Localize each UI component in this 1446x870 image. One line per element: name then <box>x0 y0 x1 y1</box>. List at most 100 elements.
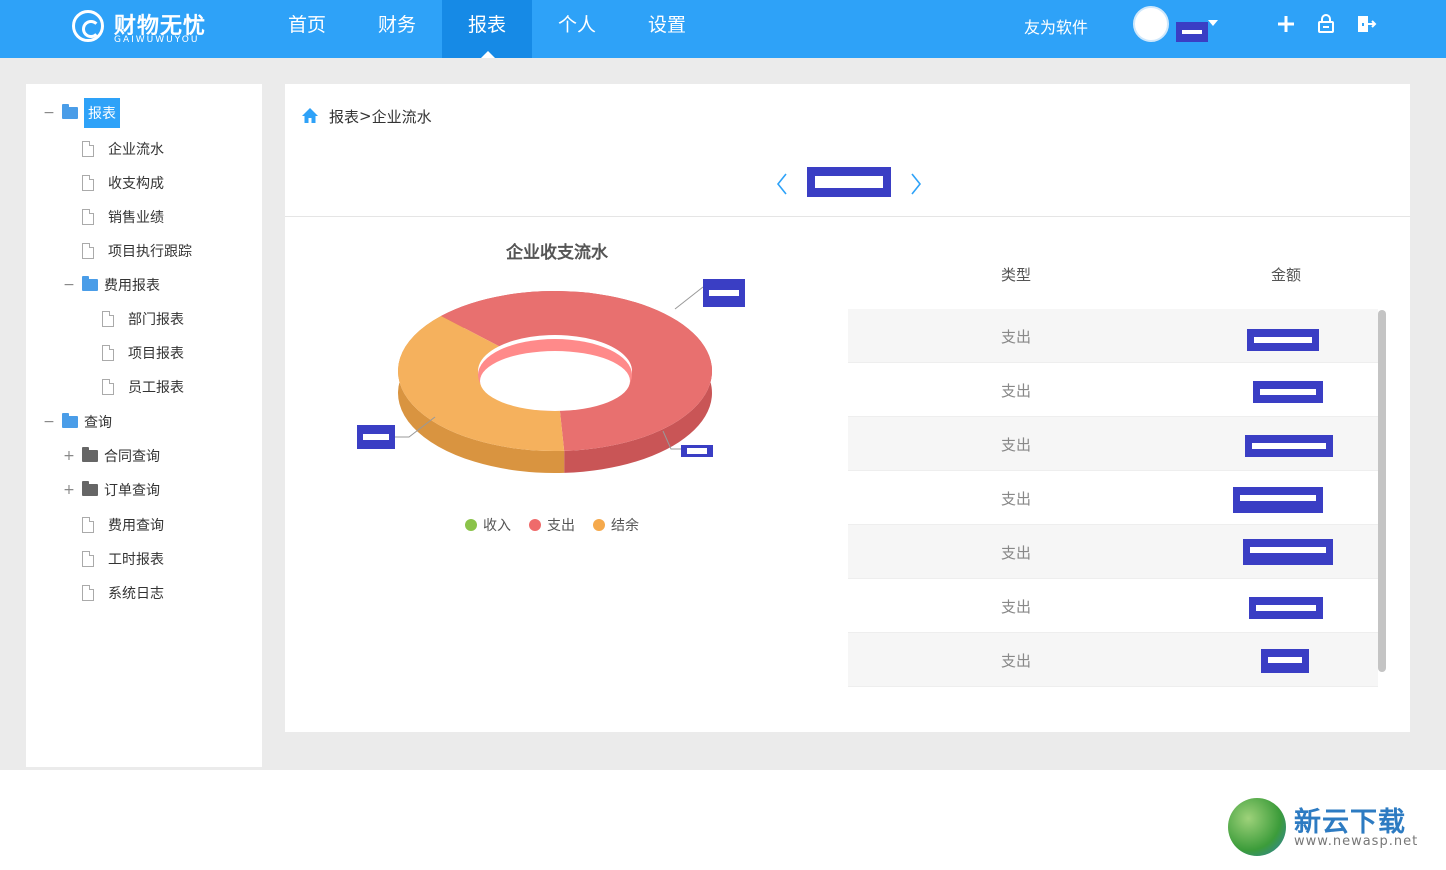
tree-item-timesheet[interactable]: 工时报表 <box>82 548 164 570</box>
folder-icon <box>82 447 98 462</box>
donut-hole <box>480 351 630 411</box>
avatar[interactable] <box>1133 6 1169 42</box>
tree-label: 合同查询 <box>104 449 160 465</box>
cell-type: 支出 <box>1000 328 1031 346</box>
watermark-url: www.newasp.net <box>1294 834 1419 849</box>
legend-label: 结余 <box>611 518 639 534</box>
table-row[interactable]: 支出 <box>848 471 1378 525</box>
cell-amount-redacted <box>1247 329 1319 351</box>
tree-item-enterprise-flow[interactable]: 企业流水 <box>82 138 164 160</box>
cell-type: 支出 <box>1000 490 1031 508</box>
lock-icon[interactable] <box>1314 12 1338 36</box>
redaction-bar <box>363 434 389 440</box>
tree-folder-order-query[interactable]: + 订单查询 <box>62 479 160 501</box>
cell-amount-redacted <box>1249 597 1323 619</box>
logout-icon[interactable] <box>1354 12 1378 36</box>
donut-chart <box>357 279 745 474</box>
expand-icon[interactable]: + <box>62 482 76 498</box>
plus-icon[interactable] <box>1274 12 1298 36</box>
tree-item-project-report[interactable]: 项目报表 <box>102 342 184 364</box>
breadcrumb-separator: > <box>359 107 372 125</box>
cell-type: 支出 <box>1000 598 1031 616</box>
collapse-icon[interactable]: − <box>62 277 76 293</box>
tree-item-department-report[interactable]: 部门报表 <box>102 308 184 330</box>
tree-label: 报表 <box>84 98 120 128</box>
chevron-left-icon[interactable] <box>775 172 789 202</box>
nav-personal[interactable]: 个人 <box>532 0 622 58</box>
period-label-redacted <box>807 167 891 197</box>
table-row[interactable]: 支出 <box>848 417 1378 471</box>
tree-item-income-expense[interactable]: 收支构成 <box>82 172 164 194</box>
globe-logo-icon <box>1228 798 1286 856</box>
breadcrumb-parent[interactable]: 报表 <box>329 106 359 127</box>
expand-icon[interactable]: + <box>62 448 76 464</box>
table-row[interactable]: 支出 <box>848 525 1378 579</box>
legend-item-expense[interactable]: 支出 <box>529 515 575 535</box>
chevron-right-icon[interactable] <box>909 172 923 202</box>
tree-label: 企业流水 <box>108 142 164 158</box>
folder-icon <box>62 413 78 428</box>
tree-label: 项目报表 <box>128 346 184 362</box>
table-scrollbar[interactable] <box>1378 310 1386 672</box>
legend-item-income[interactable]: 收入 <box>465 515 511 535</box>
column-header-type: 类型 <box>1000 266 1031 284</box>
legend-item-balance[interactable]: 结余 <box>593 515 639 535</box>
nav-finance[interactable]: 财务 <box>352 0 442 58</box>
cell-type: 支出 <box>1000 382 1031 400</box>
collapse-icon[interactable]: − <box>42 105 56 121</box>
leader-line <box>674 286 704 310</box>
tree-label: 工时报表 <box>108 552 164 568</box>
tree-item-sales[interactable]: 销售业绩 <box>82 206 164 228</box>
table-row[interactable]: 支出 <box>848 579 1378 633</box>
cell-type: 支出 <box>1000 652 1031 670</box>
logo-subtitle: GAIWUWUYOU <box>114 35 200 45</box>
cell-amount-redacted <box>1243 539 1333 565</box>
sidebar-tree: − 报表 企业流水 收支构成 销售业绩 项目执行跟踪 − 费用报表 部门报表 项… <box>26 84 262 767</box>
tree-label: 项目执行跟踪 <box>108 244 192 260</box>
tree-label: 员工报表 <box>128 380 184 396</box>
tree-item-employee-report[interactable]: 员工报表 <box>102 376 184 398</box>
breadcrumb: 报表 > 企业流水 <box>301 106 432 126</box>
top-bar: 财物无忧 GAIWUWUYOU 首页 财务 报表 个人 设置 友为软件 <box>0 0 1446 58</box>
file-icon <box>82 209 94 225</box>
nav-reports[interactable]: 报表 <box>442 0 532 58</box>
tree-folder-contract-query[interactable]: + 合同查询 <box>62 445 160 467</box>
legend-label: 收入 <box>483 518 511 534</box>
tree-folder-expense-reports[interactable]: − 费用报表 <box>62 274 160 296</box>
report-panel: 报表 > 企业流水 企业收支流水 收入 支出 结余 类型 金额 支出 支出 支出… <box>285 84 1410 732</box>
watermark: 新云下载 www.newasp.net <box>1228 798 1438 858</box>
breadcrumb-current: 企业流水 <box>371 107 432 126</box>
tree-folder-query[interactable]: − 查询 <box>42 411 112 433</box>
company-link[interactable]: 友为软件 <box>1024 14 1088 38</box>
file-icon <box>82 141 94 157</box>
tree-item-system-log[interactable]: 系统日志 <box>82 582 164 604</box>
logo-icon <box>72 10 104 42</box>
flow-table: 支出 支出 支出 支出 支出 支出 支出 <box>848 309 1378 687</box>
tree-label: 系统日志 <box>108 586 164 602</box>
chevron-down-icon[interactable] <box>1208 20 1218 26</box>
tree-folder-reports[interactable]: − 报表 <box>42 98 120 128</box>
file-icon <box>82 551 94 567</box>
cell-amount-redacted <box>1253 381 1323 403</box>
file-icon <box>82 175 94 191</box>
tree-item-expense-query[interactable]: 费用查询 <box>82 514 164 536</box>
collapse-icon[interactable]: − <box>42 414 56 430</box>
tree-item-project-tracking[interactable]: 项目执行跟踪 <box>82 240 192 262</box>
table-row[interactable]: 支出 <box>848 309 1378 363</box>
legend-label: 支出 <box>547 518 575 534</box>
table-row[interactable]: 支出 <box>848 363 1378 417</box>
table-row[interactable]: 支出 <box>848 633 1378 687</box>
home-icon[interactable] <box>301 107 319 125</box>
file-icon <box>82 585 94 601</box>
logo[interactable]: 财物无忧 GAIWUWUYOU <box>72 8 222 50</box>
tree-label: 销售业绩 <box>108 210 164 226</box>
file-icon <box>82 243 94 259</box>
pie-icon <box>529 519 541 531</box>
pie-icon <box>465 519 477 531</box>
tree-label: 查询 <box>84 415 112 431</box>
chart-legend: 收入 支出 结余 <box>465 515 657 535</box>
nav-settings[interactable]: 设置 <box>622 0 712 58</box>
nav-home[interactable]: 首页 <box>262 0 352 58</box>
divider <box>285 216 1410 217</box>
user-name-redacted[interactable] <box>1176 22 1208 42</box>
